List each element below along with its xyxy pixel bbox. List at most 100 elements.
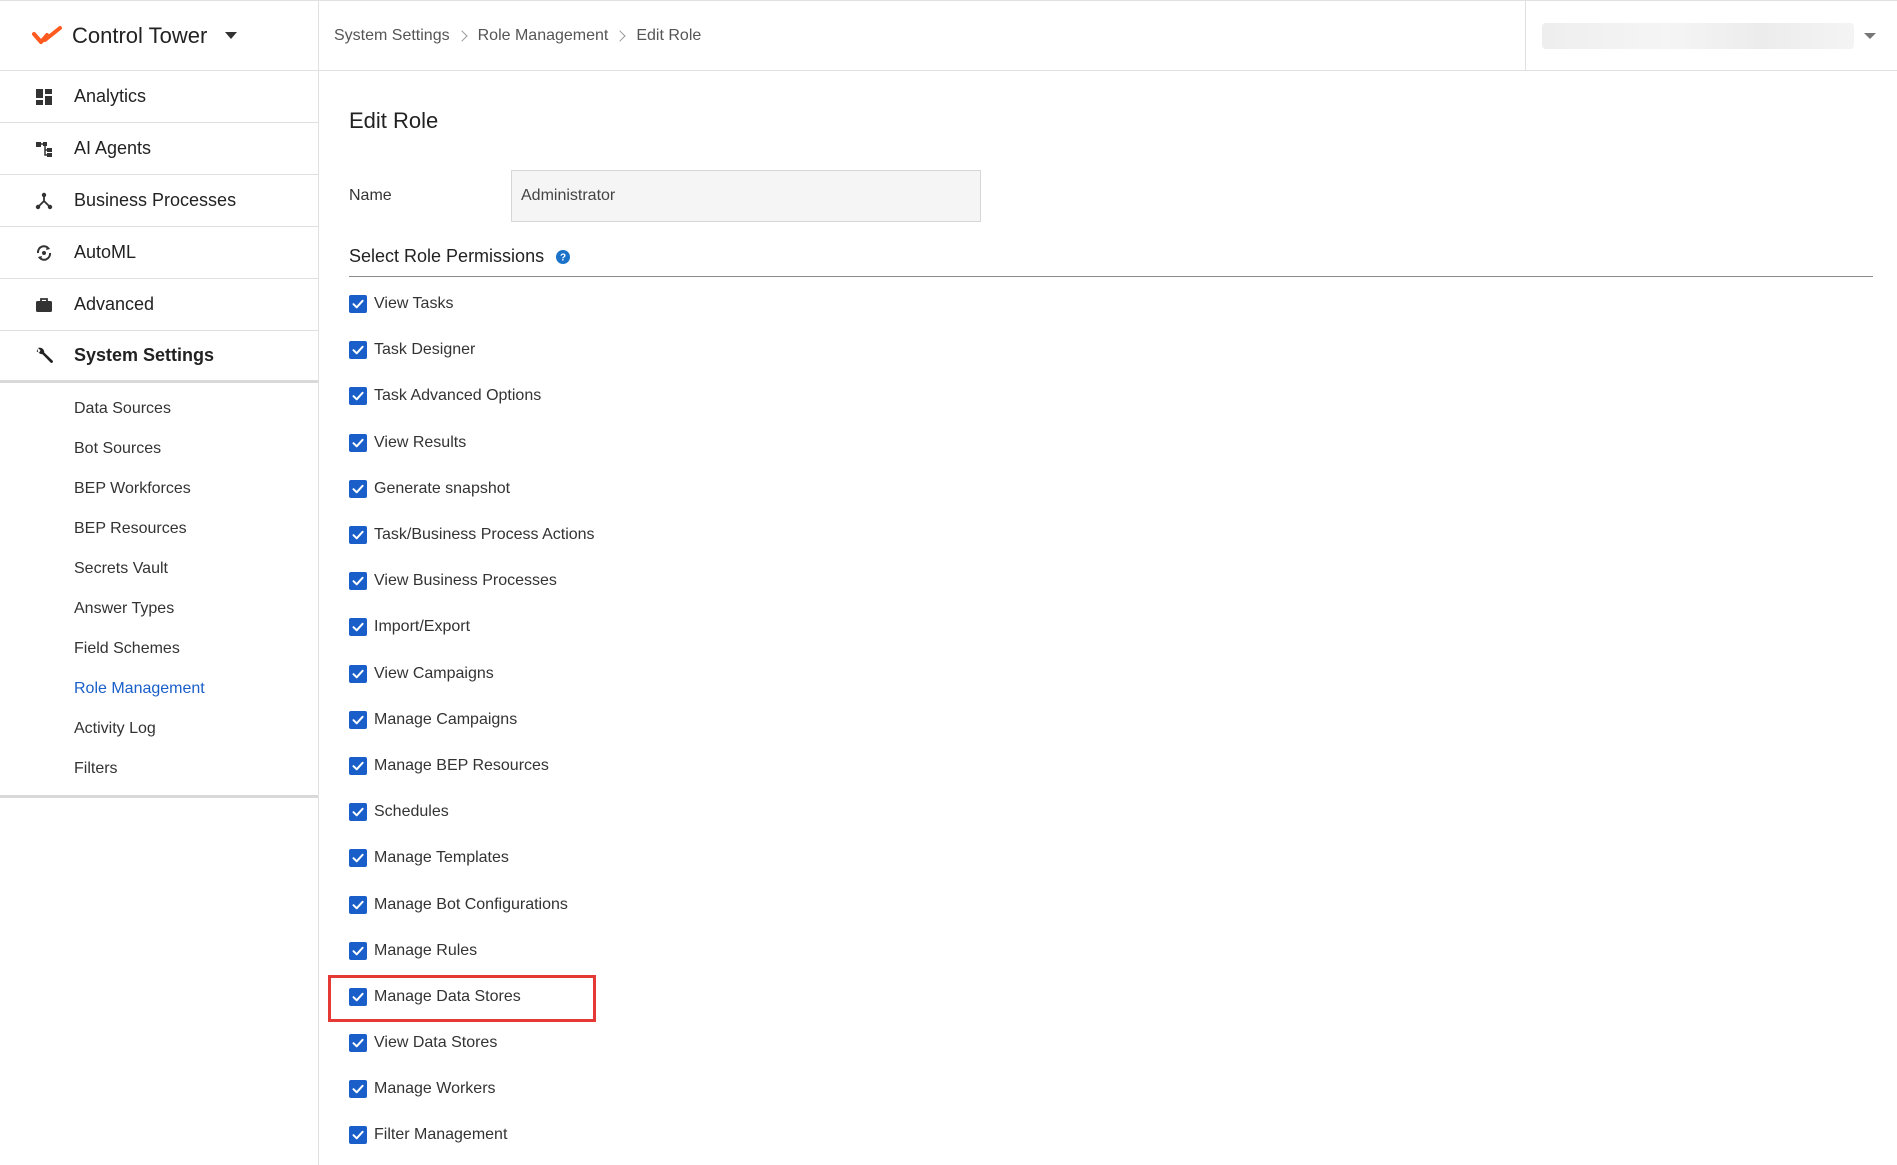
permission-row[interactable]: Filter Management [349, 1112, 595, 1158]
permission-label: Manage Rules [374, 941, 478, 959]
permission-label: View Data Stores [374, 1034, 498, 1052]
nav-label: AutoML [74, 242, 137, 262]
permissions-header: Select Role Permissions ? [349, 245, 1873, 277]
checkbox-checked-icon[interactable] [349, 756, 367, 775]
app-name: Control Tower [72, 22, 208, 48]
permission-label: View Tasks [374, 295, 454, 313]
permission-row[interactable]: View Campaigns [349, 651, 595, 697]
top-bar: System Settings Role Management Edit Rol… [319, 1, 1897, 71]
checkbox-checked-icon[interactable] [349, 1080, 367, 1099]
nav-item-business-processes[interactable]: Business Processes [0, 175, 318, 227]
checkbox-checked-icon[interactable] [349, 618, 367, 637]
name-label: Name [349, 187, 392, 204]
breadcrumb: System Settings Role Management Edit Rol… [334, 1, 701, 71]
permissions-list: View Tasks Task Designer Task Advanced Opt… [349, 281, 595, 1159]
permission-row[interactable]: View Tasks [349, 281, 595, 327]
checkbox-checked-icon[interactable] [349, 1126, 367, 1145]
permission-row[interactable]: View Business Processes [349, 558, 595, 604]
nav-item-automl[interactable]: AutoML [0, 227, 318, 279]
checkbox-checked-icon[interactable] [349, 987, 367, 1006]
permission-row[interactable]: Task Advanced Options [349, 373, 595, 419]
permission-row[interactable]: Generate snapshot [349, 466, 595, 512]
nav-item-ai-agents[interactable]: AI Agents [0, 123, 318, 175]
breadcrumb-edit-role: Edit Role [636, 27, 702, 44]
permission-row[interactable]: Manage Bot Configurations [349, 881, 595, 927]
subnav-item-data-sources[interactable]: Data Sources [0, 389, 318, 429]
permission-row[interactable]: Task Designer [349, 327, 595, 373]
subnav-item-role-management[interactable]: Role Management [0, 669, 318, 709]
subnav-item-field-schemes[interactable]: Field Schemes [0, 629, 318, 669]
permission-row[interactable]: Schedules [349, 789, 595, 835]
chevron-down-icon[interactable] [1864, 32, 1876, 39]
page-title: Edit Role [349, 108, 439, 133]
permission-label: Manage Data Stores [374, 987, 521, 1005]
checkbox-checked-icon[interactable] [349, 941, 367, 960]
checkbox-checked-icon[interactable] [349, 710, 367, 729]
permission-row[interactable]: Manage Data Stores [349, 974, 595, 1020]
dashboard-icon [34, 87, 54, 107]
permission-label: Manage Templates [374, 849, 509, 867]
permission-row[interactable]: Import/Export [349, 604, 595, 650]
chevron-right-icon [455, 30, 468, 42]
permission-label: Manage Workers [374, 1080, 496, 1098]
chevron-right-icon [614, 30, 627, 42]
permission-row[interactable]: Task/Business Process Actions [349, 512, 595, 558]
nav-label: Analytics [74, 86, 147, 106]
permission-row[interactable]: View Data Stores [349, 1020, 595, 1066]
permission-row[interactable]: View Results [349, 420, 595, 466]
permission-label: Task Advanced Options [374, 387, 542, 405]
name-row: Name [349, 170, 981, 222]
subnav-item-bep-resources[interactable]: BEP Resources [0, 509, 318, 549]
permission-label: View Results [374, 433, 467, 451]
checkbox-checked-icon[interactable] [349, 664, 367, 683]
breadcrumb-role-management[interactable]: Role Management [478, 27, 609, 45]
permission-label: Manage Bot Configurations [374, 895, 568, 913]
checkbox-checked-icon[interactable] [349, 295, 367, 314]
checkbox-checked-icon[interactable] [349, 849, 367, 868]
subnav-item-answer-types[interactable]: Answer Types [0, 589, 318, 629]
checkbox-checked-icon[interactable] [349, 387, 367, 406]
refresh-cycle-icon [34, 243, 54, 263]
help-icon[interactable]: ? [556, 249, 571, 264]
permission-label: View Campaigns [374, 664, 494, 682]
subnav-item-filters[interactable]: Filters [0, 749, 318, 789]
user-account-redacted [1542, 22, 1854, 49]
app-switcher[interactable]: Control Tower [0, 1, 318, 71]
sidebar: Control Tower Analytics AI Agents Busine… [0, 1, 319, 1165]
role-name-input[interactable] [511, 170, 981, 222]
checkbox-checked-icon[interactable] [349, 572, 367, 591]
permission-label: Import/Export [374, 618, 471, 636]
user-menu[interactable] [1525, 1, 1897, 70]
permission-row[interactable]: Manage Campaigns [349, 697, 595, 743]
nav-item-system-settings[interactable]: System Settings [0, 331, 318, 383]
nav-item-advanced[interactable]: Advanced [0, 279, 318, 331]
checkbox-checked-icon[interactable] [349, 479, 367, 498]
nav-label: AI Agents [74, 138, 152, 158]
subnav-item-bot-sources[interactable]: Bot Sources [0, 429, 318, 469]
permission-row[interactable]: Manage BEP Resources [349, 743, 595, 789]
hierarchy-icon [34, 139, 54, 159]
branch-icon [34, 191, 54, 211]
app-root: Control Tower Analytics AI Agents Busine… [0, 0, 1897, 1165]
permission-label: Manage BEP Resources [374, 756, 549, 774]
subnav-item-activity-log[interactable]: Activity Log [0, 709, 318, 749]
chevron-down-icon [225, 32, 238, 39]
checkbox-checked-icon[interactable] [349, 433, 367, 452]
checkbox-checked-icon[interactable] [349, 895, 367, 914]
permission-row[interactable]: Manage Templates [349, 835, 595, 881]
nav-item-analytics[interactable]: Analytics [0, 71, 318, 123]
checkbox-checked-icon[interactable] [349, 526, 367, 545]
subnav-item-bep-workforces[interactable]: BEP Workforces [0, 469, 318, 509]
checkbox-checked-icon[interactable] [349, 1034, 367, 1053]
permission-label: View Business Processes [374, 572, 557, 590]
breadcrumb-system-settings[interactable]: System Settings [334, 27, 450, 45]
permissions-title: Select Role Permissions [349, 246, 545, 266]
permission-label: Task Designer [374, 341, 476, 359]
subnav-item-secrets-vault[interactable]: Secrets Vault [0, 549, 318, 589]
checkbox-checked-icon[interactable] [349, 341, 367, 360]
wrench-icon [34, 346, 54, 366]
permission-row[interactable]: Manage Workers [349, 1066, 595, 1112]
checkbox-checked-icon[interactable] [349, 803, 367, 822]
permission-row[interactable]: Manage Rules [349, 928, 595, 974]
nav-label: System Settings [74, 345, 215, 365]
